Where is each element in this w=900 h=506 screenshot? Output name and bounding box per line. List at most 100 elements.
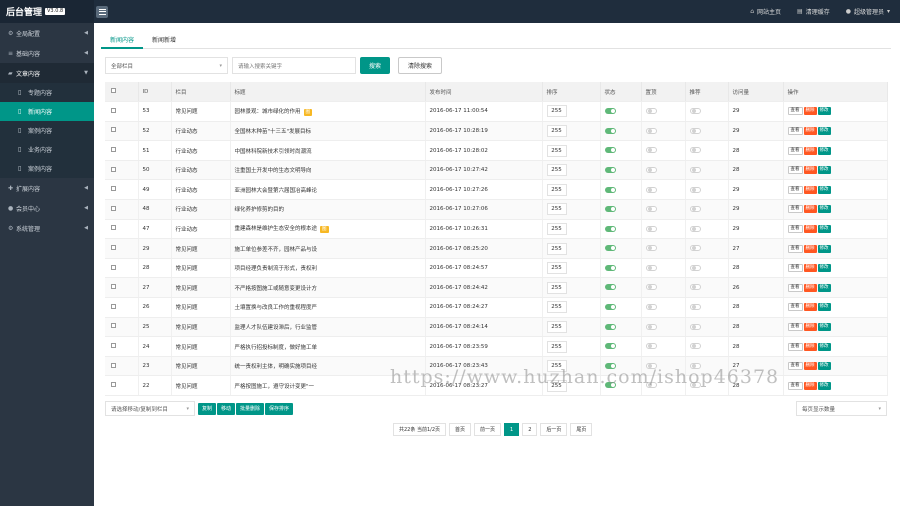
move-target-select[interactable]: 请选择移动/复制到栏目 ▾ bbox=[105, 401, 195, 416]
row-select[interactable] bbox=[105, 277, 139, 299]
sidebar-item-global-config[interactable]: ⚙ 全局配置 ◀ bbox=[0, 23, 94, 43]
row-select[interactable] bbox=[105, 356, 139, 377]
row-checkbox[interactable] bbox=[111, 323, 116, 329]
status-toggle[interactable] bbox=[604, 108, 616, 115]
edit-button[interactable]: 修改 bbox=[817, 342, 831, 351]
view-button[interactable]: 查看 bbox=[787, 126, 803, 135]
edit-button[interactable]: 修改 bbox=[817, 166, 831, 175]
recommend-toggle[interactable] bbox=[689, 225, 701, 232]
row-checkbox[interactable] bbox=[111, 382, 116, 388]
page-1[interactable]: 1 bbox=[504, 423, 520, 436]
top-toggle[interactable] bbox=[645, 245, 657, 252]
row-checkbox[interactable] bbox=[111, 245, 116, 251]
delete-button[interactable]: 删除 bbox=[803, 126, 817, 135]
row-select[interactable] bbox=[105, 140, 139, 161]
tab-news-list[interactable]: 新闻内容 bbox=[101, 34, 144, 49]
search-button[interactable]: 搜索 bbox=[360, 57, 390, 74]
row-checkbox[interactable] bbox=[111, 127, 116, 133]
row-checkbox[interactable] bbox=[111, 186, 116, 192]
select-all-header[interactable] bbox=[105, 82, 139, 103]
edit-button[interactable]: 修改 bbox=[817, 283, 831, 292]
row-checkbox[interactable] bbox=[111, 362, 116, 368]
status-toggle[interactable] bbox=[604, 186, 616, 193]
top-toggle[interactable] bbox=[645, 225, 657, 232]
row-checkbox[interactable] bbox=[111, 147, 116, 153]
sidebar-item-member-center[interactable]: ● 会员中心 ◀ bbox=[0, 198, 94, 218]
tab-news-add[interactable]: 新闻新增 bbox=[143, 34, 185, 49]
sort-input[interactable]: 255 bbox=[546, 242, 567, 255]
delete-button[interactable]: 删除 bbox=[803, 264, 817, 273]
sidebar-item-extended-content[interactable]: ✚ 扩展内容 ◀ bbox=[0, 178, 94, 198]
top-toggle[interactable] bbox=[645, 186, 657, 193]
select-all-checkbox[interactable] bbox=[111, 88, 116, 94]
view-button[interactable]: 查看 bbox=[787, 224, 803, 233]
delete-button[interactable]: 删除 bbox=[803, 303, 817, 312]
view-button[interactable]: 查看 bbox=[787, 342, 803, 351]
sidebar-sub-business[interactable]: ▯ 业务内容 bbox=[0, 140, 94, 159]
recommend-toggle[interactable] bbox=[689, 108, 701, 115]
status-toggle[interactable] bbox=[604, 284, 616, 291]
row-select[interactable] bbox=[105, 101, 139, 122]
status-toggle[interactable] bbox=[604, 166, 616, 173]
row-checkbox[interactable] bbox=[111, 205, 116, 211]
edit-button[interactable]: 修改 bbox=[817, 244, 831, 253]
recommend-toggle[interactable] bbox=[689, 127, 701, 134]
save-sort-button[interactable]: 保存排序 bbox=[265, 402, 294, 415]
view-button[interactable]: 查看 bbox=[787, 146, 803, 155]
row-select[interactable] bbox=[105, 375, 139, 396]
row-checkbox[interactable] bbox=[111, 284, 116, 290]
recommend-toggle[interactable] bbox=[689, 245, 701, 252]
page-prev[interactable]: 前一页 bbox=[474, 423, 502, 436]
status-toggle[interactable] bbox=[604, 127, 616, 134]
status-toggle[interactable] bbox=[604, 264, 616, 271]
row-select[interactable] bbox=[105, 336, 139, 357]
row-select[interactable] bbox=[105, 297, 139, 318]
recommend-toggle[interactable] bbox=[689, 343, 701, 350]
view-button[interactable]: 查看 bbox=[787, 166, 803, 175]
recommend-toggle[interactable] bbox=[689, 166, 701, 173]
sort-input[interactable]: 255 bbox=[546, 222, 567, 235]
top-toggle[interactable] bbox=[645, 206, 657, 213]
site-home-link[interactable]: ⌂ 网站主页 bbox=[750, 7, 781, 16]
row-select[interactable] bbox=[105, 317, 139, 338]
edit-button[interactable]: 修改 bbox=[817, 146, 831, 155]
recommend-toggle[interactable] bbox=[689, 284, 701, 291]
view-button[interactable]: 查看 bbox=[787, 381, 803, 390]
edit-button[interactable]: 修改 bbox=[817, 303, 831, 312]
top-toggle[interactable] bbox=[645, 108, 657, 115]
menu-toggle-button[interactable] bbox=[96, 5, 108, 18]
delete-button[interactable]: 删除 bbox=[803, 224, 817, 233]
delete-button[interactable]: 删除 bbox=[803, 322, 817, 331]
row-checkbox[interactable] bbox=[111, 303, 116, 309]
delete-button[interactable]: 删除 bbox=[803, 381, 817, 390]
view-button[interactable]: 查看 bbox=[787, 244, 803, 253]
top-toggle[interactable] bbox=[645, 147, 657, 154]
sort-input[interactable]: 255 bbox=[546, 262, 567, 275]
delete-button[interactable]: 删除 bbox=[803, 244, 817, 253]
column-select[interactable]: 全部栏目 ▾ bbox=[105, 57, 228, 74]
clear-cache-link[interactable]: ▤ 清理缓存 bbox=[797, 7, 830, 16]
view-button[interactable]: 查看 bbox=[787, 107, 803, 116]
clear-search-button[interactable]: 清除搜索 bbox=[398, 57, 442, 74]
delete-button[interactable]: 删除 bbox=[803, 185, 817, 194]
top-toggle[interactable] bbox=[645, 304, 657, 311]
sidebar-item-basic-content[interactable]: ≡ 基础内容 ◀ bbox=[0, 43, 94, 63]
row-checkbox[interactable] bbox=[111, 166, 116, 172]
edit-button[interactable]: 修改 bbox=[817, 322, 831, 331]
delete-button[interactable]: 删除 bbox=[803, 107, 817, 116]
delete-button[interactable]: 删除 bbox=[803, 166, 817, 175]
sort-input[interactable]: 255 bbox=[546, 164, 567, 177]
page-2[interactable]: 2 bbox=[522, 423, 538, 436]
status-toggle[interactable] bbox=[604, 245, 616, 252]
sidebar-item-article-content[interactable]: ▰ 文章内容 ▼ bbox=[0, 63, 94, 83]
top-toggle[interactable] bbox=[645, 166, 657, 173]
edit-button[interactable]: 修改 bbox=[817, 126, 831, 135]
view-button[interactable]: 查看 bbox=[787, 362, 803, 371]
sort-input[interactable]: 255 bbox=[546, 105, 567, 118]
sort-input[interactable]: 255 bbox=[546, 144, 567, 157]
edit-button[interactable]: 修改 bbox=[817, 205, 831, 214]
delete-button[interactable]: 删除 bbox=[803, 362, 817, 371]
edit-button[interactable]: 修改 bbox=[817, 185, 831, 194]
sort-input[interactable]: 255 bbox=[546, 203, 567, 216]
top-toggle[interactable] bbox=[645, 343, 657, 350]
